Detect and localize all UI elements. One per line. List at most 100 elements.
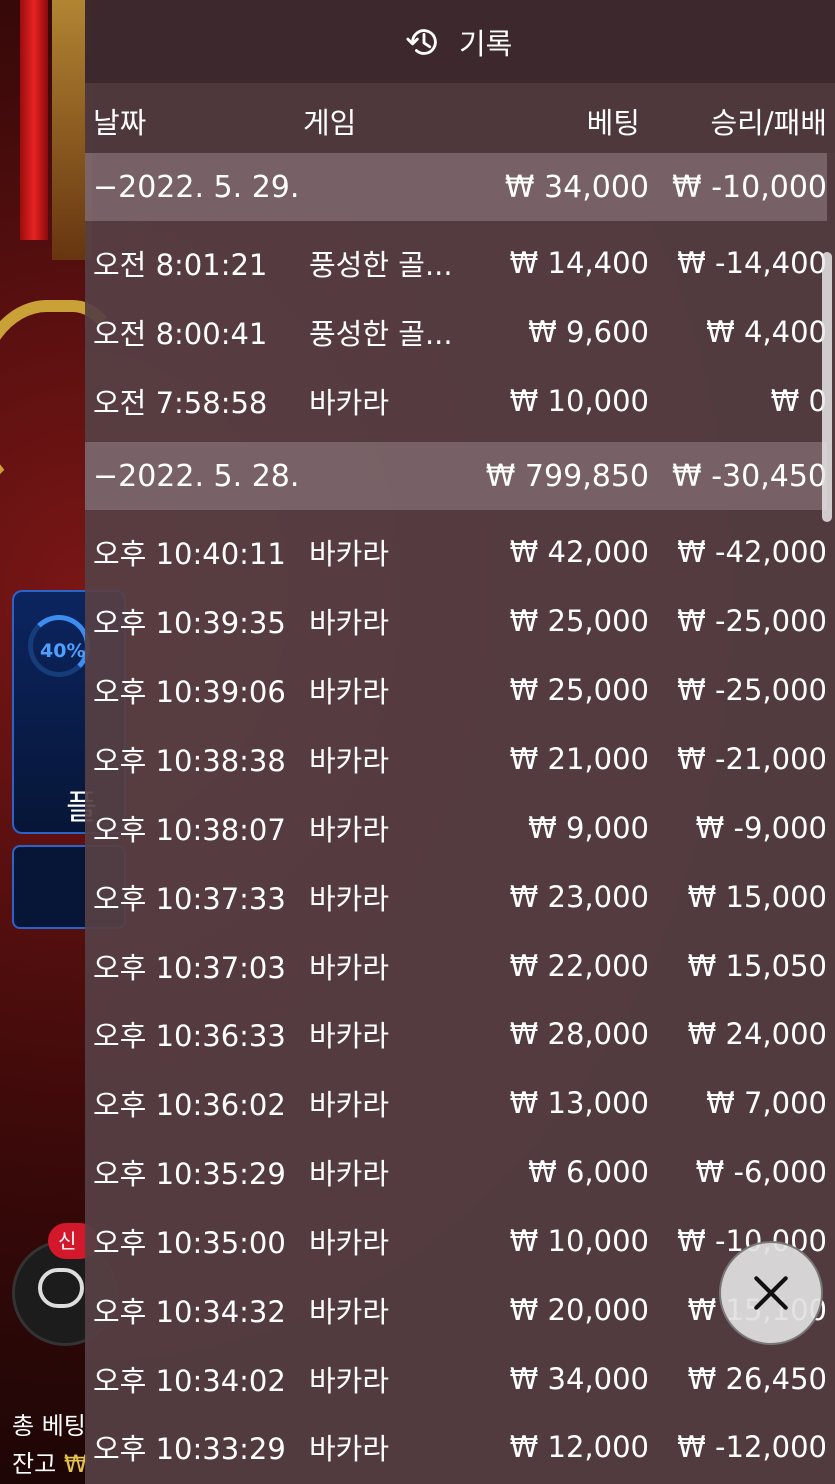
row-time: 오후 10:34:32: [93, 1294, 286, 1329]
column-header-date: 날짜: [93, 106, 147, 140]
row-game: 풍성한 골...: [309, 316, 453, 351]
column-header-win-loss: 승리/패배: [710, 106, 828, 140]
row-bet: ₩ 10,000: [509, 383, 649, 418]
row-game: 풍성한 골...: [309, 247, 453, 282]
history-row[interactable]: 오후 10:34:02 바카라 ₩ 34,000 ₩ 26,450: [85, 1344, 827, 1413]
header-title: 기록: [459, 27, 513, 61]
row-win-loss: ₩ 24,000: [687, 1016, 827, 1051]
history-row[interactable]: 오후 10:39:35 바카라 ₩ 25,000 ₩ -25,000: [85, 586, 827, 655]
row-bet: ₩ 6,000: [528, 1154, 649, 1189]
row-time: 오후 10:39:35: [93, 605, 286, 640]
row-time: 오후 10:33:29: [93, 1431, 286, 1466]
row-bet: ₩ 22,000: [509, 948, 649, 983]
history-row[interactable]: 오후 10:35:29 바카라 ₩ 6,000 ₩ -6,000: [85, 1137, 827, 1206]
history-row[interactable]: 오후 10:40:11 바카라 ₩ 42,000 ₩ -42,000: [85, 517, 827, 586]
row-bet: ₩ 23,000: [509, 879, 649, 914]
row-time: 오후 10:37:33: [93, 881, 286, 916]
row-game: 바카라: [309, 812, 390, 847]
balance-label-text: 잔고: [12, 1450, 57, 1478]
progress-label: 40%: [40, 640, 86, 662]
row-time: 오전 8:01:21: [93, 247, 268, 282]
row-game: 바카라: [309, 1431, 390, 1466]
row-time: 오후 10:35:29: [93, 1156, 286, 1191]
group-win-loss-total: ₩ -10,000: [672, 169, 827, 205]
chip-icon: [38, 1268, 84, 1308]
row-time: 오후 10:34:02: [93, 1363, 286, 1398]
row-bet: ₩ 34,000: [509, 1361, 649, 1396]
row-win-loss: ₩ -25,000: [677, 672, 827, 707]
row-time: 오후 10:35:00: [93, 1225, 286, 1260]
row-win-loss: ₩ -12,000: [677, 1429, 827, 1464]
row-bet: ₩ 20,000: [509, 1292, 649, 1327]
group-win-loss-total: ₩ -30,450: [672, 458, 827, 494]
row-time: 오후 10:40:11: [93, 536, 286, 571]
row-game: 바카라: [309, 1087, 390, 1122]
row-win-loss: ₩ -42,000: [677, 534, 827, 569]
close-button[interactable]: [719, 1241, 823, 1345]
history-row[interactable]: 오전 8:00:41 풍성한 골... ₩ 9,600 ₩ 4,400: [85, 297, 827, 366]
row-bet: ₩ 25,000: [509, 672, 649, 707]
history-row[interactable]: 오후 10:38:07 바카라 ₩ 9,000 ₩ -9,000: [85, 793, 827, 862]
history-icon: [406, 29, 437, 55]
row-win-loss: ₩ 15,050: [687, 948, 827, 983]
balance-coin-symbol: ₩: [63, 1450, 88, 1478]
red-pillar-decoration: [20, 0, 48, 240]
row-game: 바카라: [309, 881, 390, 916]
row-bet: ₩ 13,000: [509, 1085, 649, 1120]
group-bet-total: ₩ 799,850: [485, 458, 649, 494]
row-time: 오후 10:38:38: [93, 743, 286, 778]
row-time: 오후 10:37:03: [93, 950, 286, 985]
group-date: −2022. 5. 28.: [93, 458, 300, 494]
group-bet-total: ₩ 34,000: [504, 169, 649, 205]
history-row[interactable]: 오후 10:36:02 바카라 ₩ 13,000 ₩ 7,000: [85, 1068, 827, 1137]
history-row[interactable]: 오후 10:38:38 바카라 ₩ 21,000 ₩ -21,000: [85, 724, 827, 793]
history-row[interactable]: 오전 8:01:21 풍성한 골... ₩ 14,400 ₩ -14,400: [85, 228, 827, 297]
row-time: 오후 10:38:07: [93, 812, 286, 847]
row-game: 바카라: [309, 1156, 390, 1191]
history-row[interactable]: 오전 7:58:58 바카라 ₩ 10,000 ₩ 0: [85, 366, 827, 435]
column-header-row: 날짜 게임 베팅 승리/패배: [85, 83, 835, 153]
row-win-loss: ₩ -6,000: [695, 1154, 827, 1189]
group-date: −2022. 5. 29.: [93, 169, 300, 205]
row-win-loss: ₩ 26,450: [687, 1361, 827, 1396]
history-row[interactable]: 오후 10:33:29 바카라 ₩ 12,000 ₩ -12,000: [85, 1412, 827, 1481]
row-game: 바카라: [309, 1294, 390, 1329]
row-bet: ₩ 10,000: [509, 1223, 649, 1258]
row-bet: ₩ 12,000: [509, 1429, 649, 1464]
row-bet: ₩ 14,400: [509, 245, 649, 280]
row-time: 오전 7:58:58: [93, 385, 268, 420]
row-win-loss: ₩ 15,000: [687, 879, 827, 914]
row-bet: ₩ 9,000: [528, 810, 649, 845]
header-title-group: 기록: [405, 22, 512, 62]
history-row[interactable]: 오후 10:36:33 바카라 ₩ 28,000 ₩ 24,000: [85, 999, 827, 1068]
row-game: 바카라: [309, 605, 390, 640]
history-row[interactable]: 오후 10:35:00 바카라 ₩ 10,000 ₩ -10,000: [85, 1206, 827, 1275]
date-group-row[interactable]: −2022. 5. 29. ₩ 34,000 ₩ -10,000: [85, 153, 827, 221]
row-time: 오후 10:39:06: [93, 674, 286, 709]
row-win-loss: ₩ 0: [770, 383, 827, 418]
row-bet: ₩ 9,600: [528, 314, 649, 349]
date-group-row[interactable]: −2022. 5. 28. ₩ 799,850 ₩ -30,450: [85, 442, 827, 510]
scrollbar-thumb[interactable]: [822, 252, 832, 522]
row-win-loss: ₩ 4,400: [706, 314, 827, 349]
history-row[interactable]: 오후 10:39:06 바카라 ₩ 25,000 ₩ -25,000: [85, 655, 827, 724]
history-panel: 기록 날짜 게임 베팅 승리/패배 −2022. 5. 29. ₩ 34,000…: [85, 0, 835, 1484]
row-game: 바카라: [309, 1018, 390, 1053]
row-game: 바카라: [309, 1363, 390, 1398]
close-icon: [754, 1276, 788, 1310]
row-bet: ₩ 28,000: [509, 1016, 649, 1051]
row-game: 바카라: [309, 674, 390, 709]
column-header-bet: 베팅: [586, 106, 640, 140]
column-header-game: 게임: [303, 106, 357, 140]
row-bet: ₩ 21,000: [509, 741, 649, 776]
history-row[interactable]: 오후 10:34:32 바카라 ₩ 20,000 ₩ 15,100: [85, 1275, 827, 1344]
row-bet: ₩ 25,000: [509, 603, 649, 638]
row-win-loss: ₩ -21,000: [677, 741, 827, 776]
row-time: 오전 8:00:41: [93, 316, 268, 351]
panel-header: 기록: [85, 0, 835, 83]
row-win-loss: ₩ -25,000: [677, 603, 827, 638]
row-game: 바카라: [309, 536, 390, 571]
history-row[interactable]: 오후 10:37:03 바카라 ₩ 22,000 ₩ 15,050: [85, 931, 827, 1000]
row-game: 바카라: [309, 950, 390, 985]
history-row[interactable]: 오후 10:37:33 바카라 ₩ 23,000 ₩ 15,000: [85, 862, 827, 931]
